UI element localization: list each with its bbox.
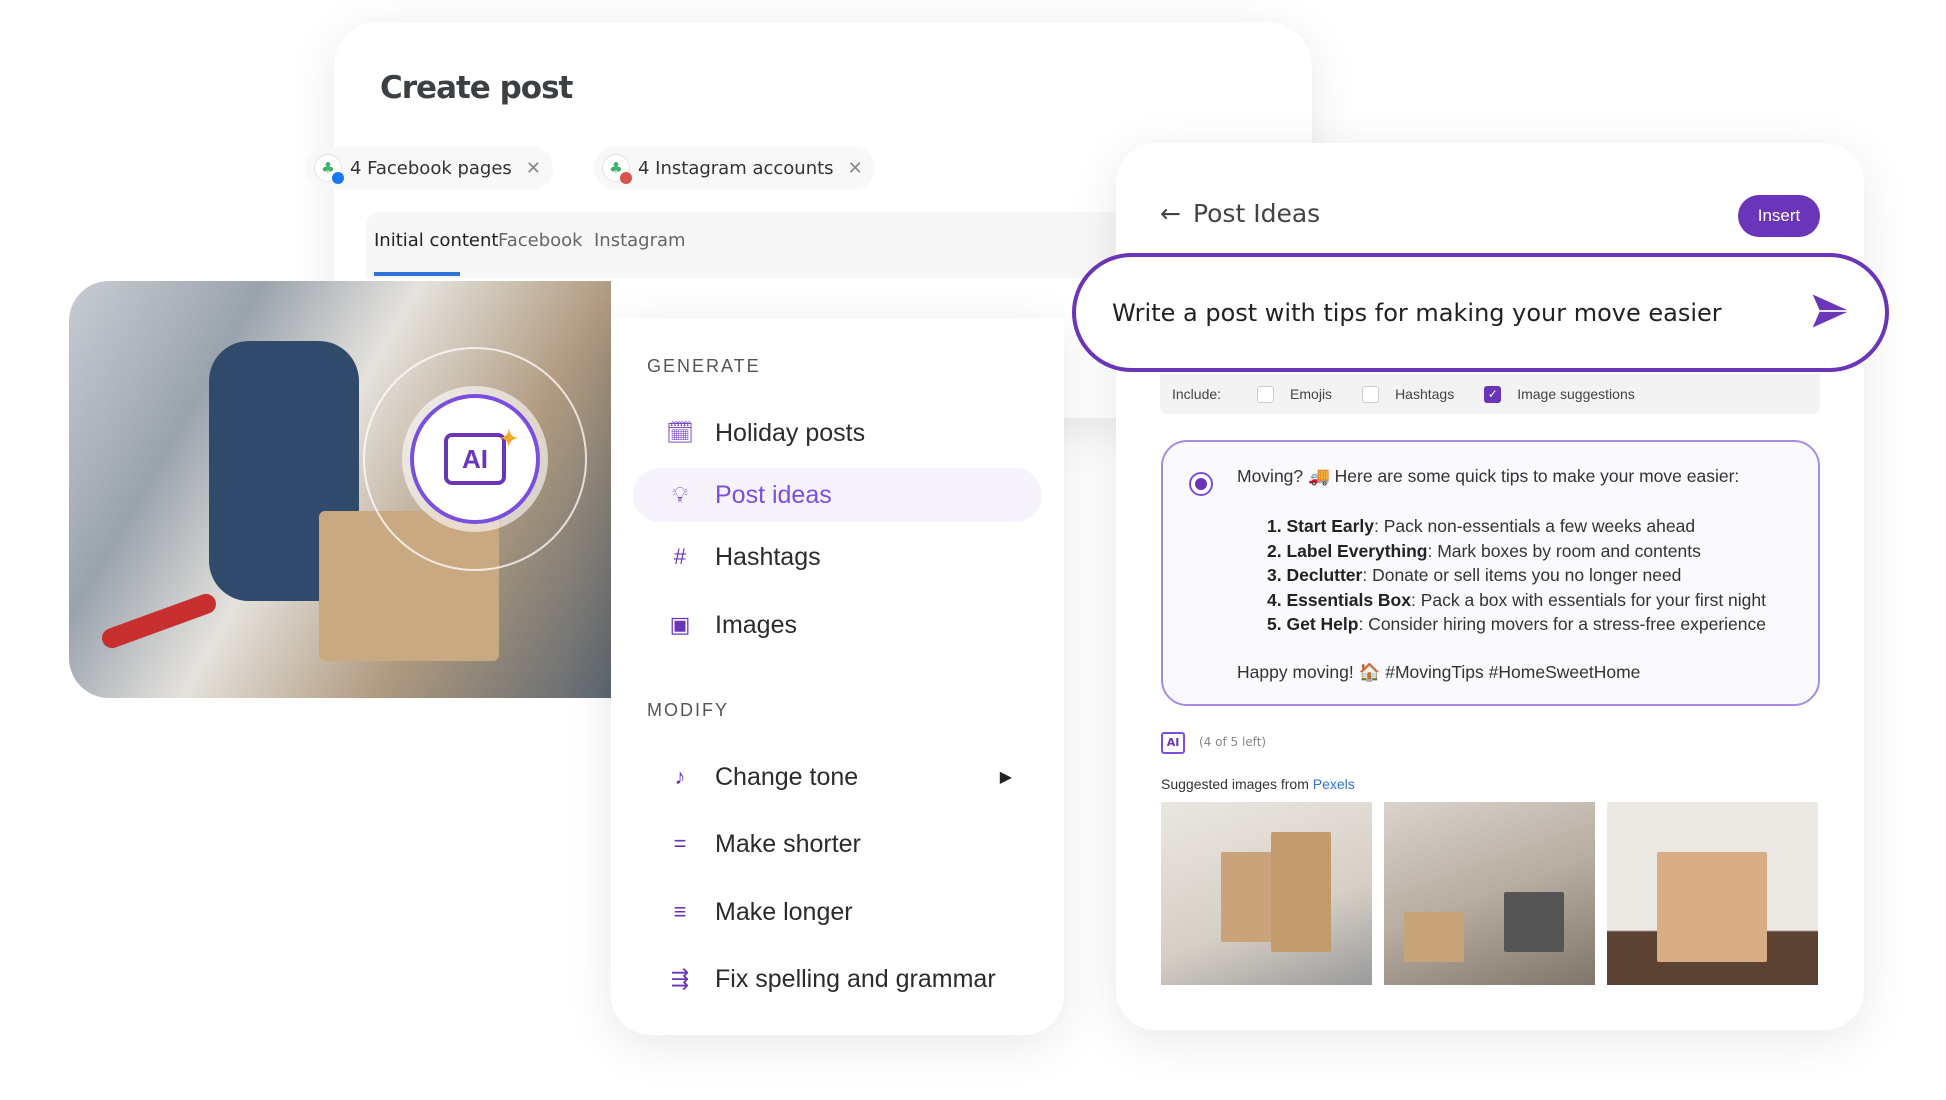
spell-check-icon: ⇶	[670, 966, 690, 991]
page-title: Create post	[380, 70, 573, 106]
list-item: 5. Get Help: Consider hiring movers for …	[1267, 614, 1766, 635]
menu-item-post-ideas[interactable]: 💡︎ Post ideas	[633, 468, 1042, 522]
menu-item-make-shorter[interactable]: = Make shorter	[633, 817, 1042, 871]
menu-item-hashtags[interactable]: # Hashtags	[633, 530, 1042, 584]
suggested-images-label: Suggested images from Pexels	[1161, 776, 1355, 792]
chip-facebook-pages[interactable]: ♣ 4 Facebook pages ✕	[306, 146, 553, 190]
ai-menu: GENERATE 🗓︎ Holiday posts 💡︎ Post ideas # H…	[611, 318, 1064, 1035]
menu-item-change-tone[interactable]: ♪ Change tone ▶	[633, 750, 1042, 804]
tips-list: 1. Start Early: Pack non-essentials a fe…	[1267, 514, 1766, 637]
option-label: Image suggestions	[1517, 386, 1635, 402]
tone-icon: ♪	[674, 764, 686, 789]
instagram-icon	[620, 172, 632, 184]
sparkle-icon: ✦	[499, 426, 518, 451]
emojis-checkbox[interactable]	[1257, 385, 1275, 403]
tab-initial-content[interactable]: Initial content	[374, 230, 498, 251]
suggested-image[interactable]	[1161, 802, 1372, 985]
tab-instagram[interactable]: Instagram	[594, 230, 686, 251]
modify-section-label: MODIFY	[647, 700, 729, 720]
calendar-bolt-icon: 🗓︎	[666, 420, 694, 445]
select-radio[interactable]	[1189, 472, 1213, 496]
list-item: 4. Essentials Box: Pack a box with essen…	[1267, 589, 1767, 610]
close-icon[interactable]: ✕	[526, 158, 541, 179]
include-options: Include: Emojis Hashtags ✓ Image suggesti…	[1160, 374, 1820, 414]
list-item: 1. Start Early: Pack non-essentials a fe…	[1267, 516, 1696, 536]
option-label: Emojis	[1290, 386, 1333, 402]
facebook-icon	[332, 172, 344, 184]
prompt-input[interactable]: Write a post with tips for making your m…	[1072, 253, 1889, 372]
menu-item-fix-spelling[interactable]: ⇶ Fix spelling and grammar	[633, 952, 1042, 1006]
response-intro: Moving? 🚚 Here are some quick tips to ma…	[1237, 466, 1740, 486]
chip-label: 4 Facebook pages	[350, 157, 512, 179]
include-label: Include:	[1172, 386, 1222, 402]
short-text-icon: =	[673, 831, 687, 856]
image-suggestions-checkbox[interactable]: ✓	[1484, 385, 1502, 403]
suggested-image[interactable]	[1384, 802, 1595, 985]
insert-button[interactable]: Insert	[1738, 195, 1820, 237]
suggested-image[interactable]	[1607, 802, 1818, 985]
remaining-count: (4 of 5 left)	[1199, 735, 1267, 749]
ai-icon: AI ✦	[444, 426, 518, 485]
list-item: 2. Label Everything: Mark boxes by room …	[1267, 540, 1701, 561]
active-tab-indicator	[374, 272, 460, 276]
prompt-text: Write a post with tips for making your m…	[1112, 298, 1722, 327]
ai-icon: AI	[1161, 732, 1185, 754]
hash-icon: #	[673, 544, 687, 569]
close-icon[interactable]: ✕	[848, 158, 863, 179]
option-label: Hashtags	[1395, 386, 1455, 402]
ai-assistant-badge: AI ✦	[410, 394, 540, 524]
response-outro: Happy moving! 🏠 #MovingTips #HomeSweetHo…	[1237, 662, 1641, 682]
panel-title: Post Ideas	[1192, 199, 1321, 228]
menu-item-holiday-posts[interactable]: 🗓︎ Holiday posts	[633, 406, 1042, 460]
chevron-right-icon: ▶	[999, 769, 1012, 786]
account-avatar: ♣	[314, 154, 344, 184]
back-arrow-icon[interactable]: ←	[1160, 199, 1181, 228]
menu-item-make-longer[interactable]: ≡ Make longer	[633, 885, 1042, 939]
hashtags-checkbox[interactable]	[1362, 385, 1380, 403]
chip-instagram-accounts[interactable]: ♣ 4 Instagram accounts ✕	[594, 146, 875, 190]
menu-item-images[interactable]: ▣ Images	[633, 598, 1042, 652]
account-avatar: ♣	[602, 154, 632, 184]
generated-post-card[interactable]: Moving? 🚚 Here are some quick tips to ma…	[1161, 440, 1820, 706]
image-icon: ▣	[669, 612, 691, 637]
tab-facebook[interactable]: Facebook	[498, 230, 583, 251]
pexels-link[interactable]: Pexels	[1313, 776, 1355, 792]
list-item: 3. Declutter: Donate or sell items you n…	[1267, 565, 1682, 586]
send-icon[interactable]	[1809, 289, 1853, 333]
generate-section-label: GENERATE	[647, 356, 761, 376]
chip-label: 4 Instagram accounts	[638, 157, 834, 179]
lightbulb-icon: 💡︎	[672, 482, 688, 507]
long-text-icon: ≡	[673, 899, 687, 924]
